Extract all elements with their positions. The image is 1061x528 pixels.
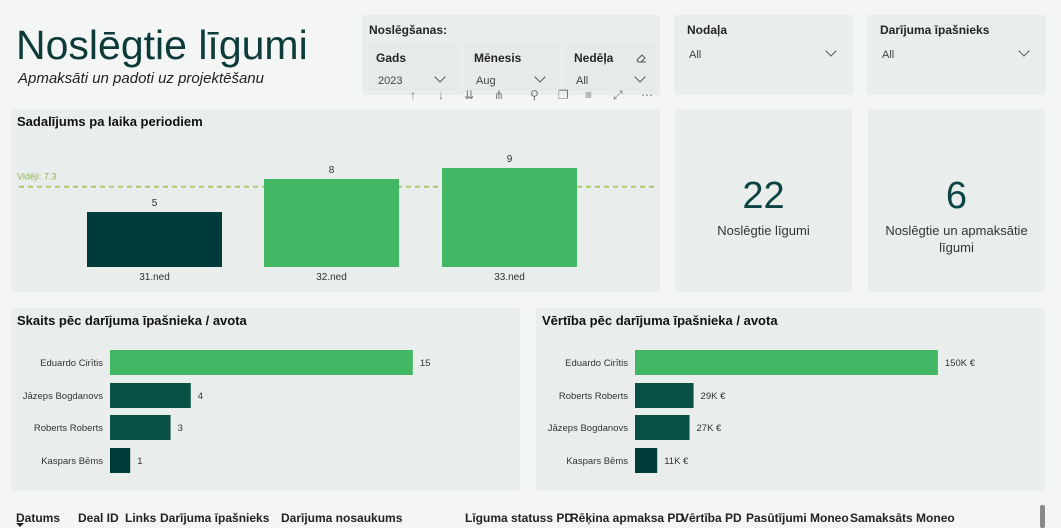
bar — [635, 383, 694, 408]
kpi-card-closed: 22 Noslēgtie līgumi — [675, 109, 852, 292]
data-label: 11K € — [664, 456, 689, 467]
kpi-card-paid: 6 Noslēgtie un apmaksātie līgumi — [868, 109, 1045, 292]
page-subtitle: Apmaksāti un padoti uz projektēšanu — [18, 70, 264, 87]
bar — [635, 448, 658, 473]
category-label: Roberts Roberts — [559, 391, 628, 402]
expand-hierarchy-icon[interactable]: ⋔ — [494, 88, 504, 102]
category-label: Jāzeps Bogdanovs — [23, 391, 104, 402]
bar — [110, 383, 191, 408]
category-label: Kaspars Bēms — [41, 456, 103, 467]
department-slicer-value: All — [689, 49, 702, 61]
category-label: 31.ned — [139, 272, 170, 283]
year-slicer-value: 2023 — [378, 75, 403, 87]
data-label: 3 — [178, 423, 183, 434]
arrow-down-icon[interactable]: ↓ — [438, 88, 444, 102]
bar — [110, 415, 171, 440]
kpi-label: Noslēgtie un apmaksātie līgumi — [885, 223, 1028, 255]
period-chart: Vidēji: 7.3 5 31.ned 8 32.ned 9 33.ned — [17, 154, 654, 283]
category-label: Eduardo Cirītis — [40, 358, 103, 369]
bar — [442, 168, 577, 267]
week-slicer-value: All — [576, 75, 589, 87]
table-header: Datums Deal ID Links Darījuma īpašnieks … — [12, 506, 1032, 528]
column-header[interactable]: Darījuma nosaukums — [281, 511, 402, 525]
chevron-down-icon — [534, 71, 546, 83]
sort-descending-icon[interactable] — [16, 523, 24, 527]
arrow-up-icon[interactable]: ↑ — [410, 88, 416, 102]
focus-mode-icon[interactable]: ⤢ — [613, 88, 623, 103]
column-header[interactable]: Darījuma īpašnieks — [160, 511, 269, 525]
filter-group-label: Noslēgšanas: — [369, 23, 448, 37]
column-header[interactable]: Pasūtījumi Moneo — [746, 511, 849, 525]
column-header[interactable]: Vērtība PD — [681, 511, 742, 525]
count-chart: Eduardo Cirītis 15 Jāzeps Bogdanovs 4 Robert… — [23, 350, 431, 473]
value-chart-panel: Vērtība pēc darījuma īpašnieka / avota E… — [536, 308, 1045, 491]
category-label: Roberts Roberts — [34, 423, 103, 434]
kpi-value: 22 — [742, 175, 785, 217]
department-slicer[interactable]: Nodaļa All — [674, 15, 853, 95]
column-header[interactable]: Links — [125, 511, 156, 525]
bar — [110, 448, 131, 473]
category-label: 33.ned — [494, 272, 525, 283]
bar — [264, 179, 399, 267]
column-header[interactable]: Samaksāts Moneo — [850, 511, 955, 525]
bar — [635, 350, 938, 375]
bar — [110, 350, 413, 375]
data-label: 1 — [137, 456, 142, 467]
filter-icon[interactable]: ≡ — [585, 88, 592, 102]
table-scrollbar[interactable] — [1040, 505, 1045, 528]
data-label: 5 — [152, 198, 158, 209]
bar — [87, 212, 222, 267]
owner-slicer[interactable]: Darījuma īpašnieks All — [867, 15, 1046, 95]
week-slicer[interactable]: Nedēļa All — [564, 43, 656, 91]
month-slicer-value: Aug — [476, 75, 496, 87]
column-header[interactable]: Deal ID — [78, 511, 119, 525]
chevron-down-icon — [1018, 45, 1030, 57]
double-arrow-down-icon[interactable]: ⇊ — [464, 88, 474, 102]
owner-slicer-value: All — [882, 49, 895, 61]
value-chart: Eduardo Cirītis 150K € Roberts Roberts 29K … — [548, 350, 976, 473]
bar — [635, 415, 690, 440]
data-label: 9 — [507, 154, 513, 165]
year-slicer-label: Gads — [376, 51, 407, 65]
eraser-icon[interactable] — [636, 51, 646, 63]
owner-slicer-label: Darījuma īpašnieks — [880, 23, 990, 37]
data-label: 4 — [198, 391, 203, 402]
week-slicer-label: Nedēļa — [574, 51, 614, 65]
category-label: Eduardo Cirītis — [565, 358, 628, 369]
department-slicer-label: Nodaļa — [687, 23, 728, 37]
data-label: 29K € — [701, 391, 727, 402]
chevron-down-icon — [434, 71, 446, 83]
copy-icon[interactable]: ❐ — [558, 88, 569, 102]
category-label: 32.ned — [316, 272, 347, 283]
month-slicer-label: Mēnesis — [474, 51, 522, 65]
kpi-label: Noslēgtie līgumi — [717, 223, 810, 238]
pin-icon[interactable]: ⚲ — [530, 88, 539, 102]
data-label: 150K € — [945, 358, 976, 369]
kpi-value: 6 — [945, 175, 968, 217]
more-options-icon[interactable]: ⋯ — [641, 88, 653, 102]
period-chart-panel: Sadalījums pa laika periodiem Vidēji: 7.… — [11, 109, 660, 292]
closing-filter-group: Noslēgšanas: Gads 2023 Mēnesis Aug Nedēļ… — [362, 15, 660, 95]
data-label: 8 — [329, 165, 335, 176]
average-label: Vidēji: 7.3 — [17, 172, 56, 182]
category-label: Jāzeps Bogdanovs — [548, 423, 629, 434]
count-chart-panel: Skaits pēc darījuma īpašnieka / avota Ed… — [11, 308, 520, 491]
data-label: 15 — [420, 358, 431, 369]
data-label: 27K € — [697, 423, 723, 434]
month-slicer[interactable]: Mēnesis Aug — [464, 43, 560, 91]
category-label: Kaspars Bēms — [566, 456, 628, 467]
year-slicer[interactable]: Gads 2023 — [368, 43, 460, 91]
column-header[interactable]: Rēķina apmaksa PD — [570, 511, 684, 525]
column-header[interactable]: Līguma statuss PD — [465, 511, 573, 525]
page-title: Noslēgtie līgumi — [16, 22, 308, 68]
chevron-down-icon — [825, 45, 837, 57]
chevron-down-icon — [634, 71, 646, 83]
